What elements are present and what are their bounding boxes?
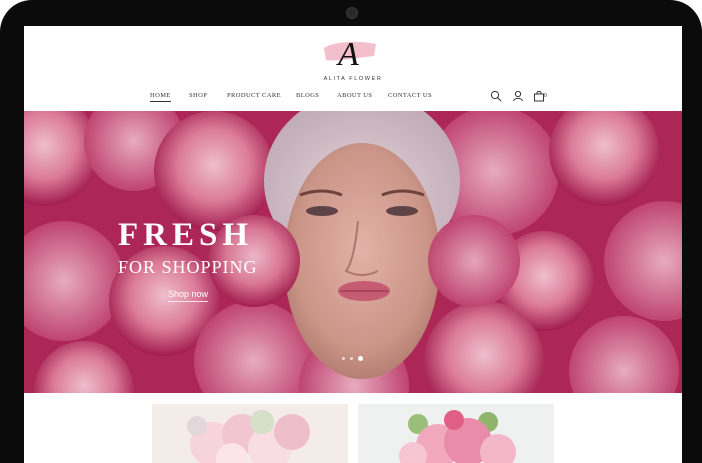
nav-contact-us[interactable]: CONTACT US (388, 92, 432, 99)
bouquet-image (358, 404, 554, 463)
slider-dot-1[interactable] (342, 357, 345, 360)
browser-screen: A ALITA FLOWER HOME SHOP PRODUCT CARE BL… (24, 26, 682, 463)
slider-dot-3[interactable] (358, 356, 363, 361)
device-frame: A ALITA FLOWER HOME SHOP PRODUCT CARE BL… (0, 0, 702, 463)
product-card-1[interactable] (152, 404, 348, 463)
search-icon[interactable] (490, 90, 502, 102)
logo-letter: A (336, 36, 359, 72)
camera-dot (346, 7, 358, 19)
site-logo[interactable]: A ALITA FLOWER (24, 32, 682, 84)
nav-shop[interactable]: SHOP (189, 92, 207, 99)
hero-banner: FRESH FOR SHOPPING Shop now (24, 111, 682, 393)
hero-title: FRESH (118, 217, 254, 253)
hero-subtitle: FOR SHOPPING (118, 257, 258, 277)
nav-about-us[interactable]: ABOUT US (337, 92, 372, 99)
product-card-2[interactable] (358, 404, 554, 463)
nav-home[interactable]: HOME (150, 92, 171, 102)
user-icon[interactable] (512, 90, 524, 102)
shop-now-button[interactable]: Shop now (168, 289, 209, 302)
logo-mark: A (324, 36, 376, 72)
cart-count: 0 (544, 93, 547, 99)
nav-product-care[interactable]: PRODUCT CARE (227, 92, 281, 99)
slider-dot-2[interactable] (350, 357, 353, 360)
main-nav: HOME SHOP PRODUCT CARE BLOGS ABOUT US CO… (24, 92, 682, 106)
bouquet-image (152, 404, 348, 463)
nav-blogs[interactable]: BLOGS (296, 92, 319, 99)
brand-name: ALITA FLOWER (323, 76, 383, 82)
